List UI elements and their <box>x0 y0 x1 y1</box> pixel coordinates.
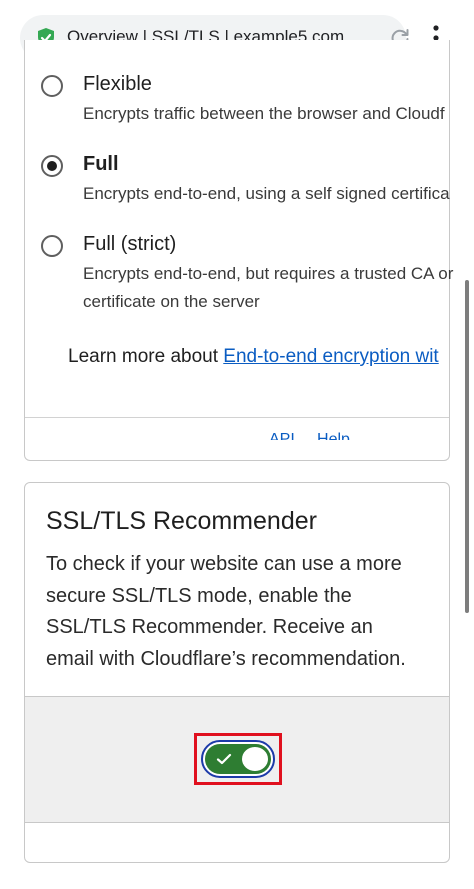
option-title-flexible: Flexible <box>83 73 152 95</box>
toggle-knob <box>242 747 268 771</box>
page-scrollbar[interactable] <box>465 280 469 613</box>
learn-more-text: Learn more about End-to-end encryption w… <box>68 346 439 368</box>
api-help-links[interactable]: API ... Help <box>269 431 350 440</box>
recommender-desc-line: email with Cloudflare’s recommendation. <box>46 647 406 670</box>
option-desc-full: Encrypts end-to-end, using a self signed… <box>83 184 450 203</box>
recommender-desc-line: To check if your website can use a more <box>46 553 402 575</box>
check-icon <box>216 753 232 765</box>
recommender-desc-line: SSL/TLS Recommender. Receive an <box>46 616 373 638</box>
end-to-end-encryption-link[interactable]: End-to-end encryption wit <box>223 346 438 367</box>
card-divider <box>25 417 449 418</box>
recommender-desc-line: secure SSL/TLS mode, enable the <box>46 584 352 607</box>
radio-flexible[interactable] <box>41 75 63 97</box>
option-desc-full-strict-line1: Encrypts end-to-end, but requires a trus… <box>83 264 454 283</box>
ssl-mode-card: Flexible Encrypts traffic between the br… <box>24 40 454 461</box>
ssl-recommender-card: SSL/TLS Recommender To check if your web… <box>24 482 450 863</box>
recommender-toggle[interactable] <box>205 744 271 774</box>
radio-full[interactable] <box>41 155 63 177</box>
radio-full-strict[interactable] <box>41 235 63 257</box>
recommender-title: SSL/TLS Recommender <box>46 507 317 535</box>
option-title-full-strict: Full (strict) <box>83 233 177 255</box>
option-desc-full-strict-line2: certificate on the server <box>83 292 260 311</box>
recommender-description: To check if your website can use a more … <box>46 549 441 675</box>
recommender-toggle-section <box>25 696 449 823</box>
option-title-full: Full <box>83 153 119 175</box>
option-desc-flexible: Encrypts traffic between the browser and… <box>83 104 445 123</box>
learn-more-prefix: Learn more about <box>68 346 224 367</box>
